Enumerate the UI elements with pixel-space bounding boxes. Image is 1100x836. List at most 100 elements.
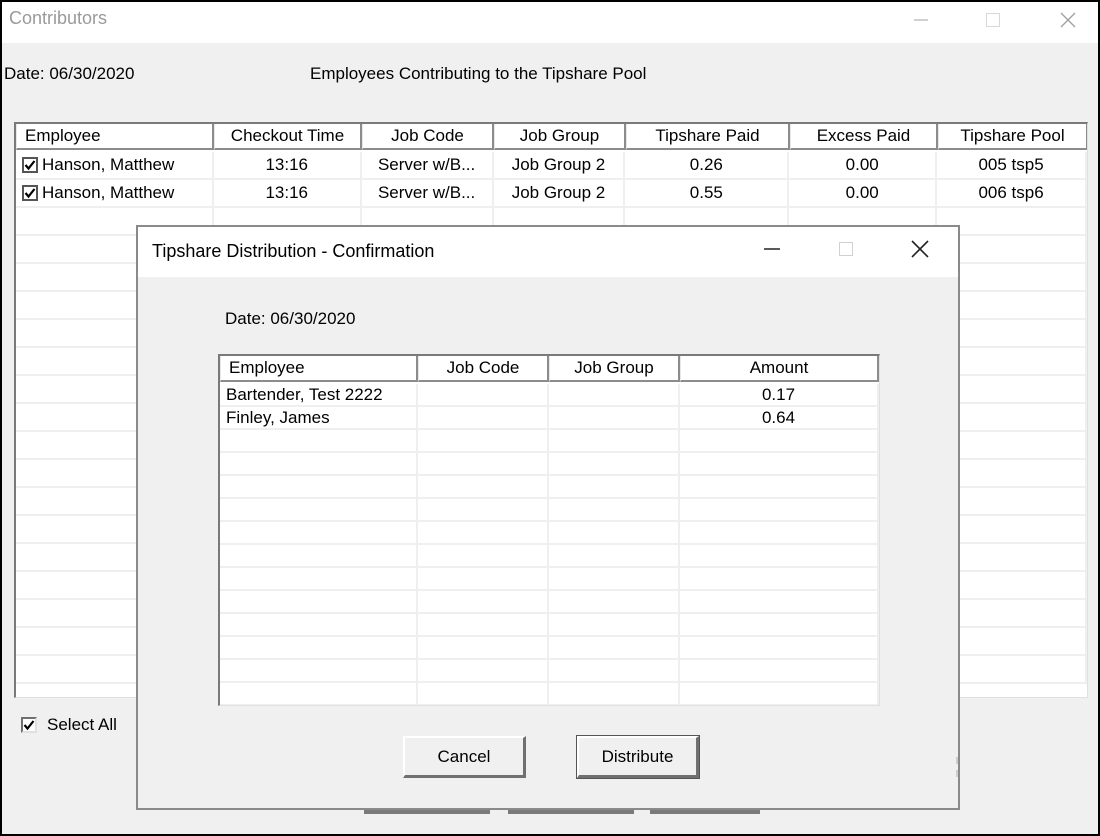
column-header-job-group[interactable]: Job Group [549, 356, 680, 382]
checkmark-icon [23, 720, 35, 731]
minimize-icon [913, 12, 929, 28]
cell-excess-paid: 0.00 [789, 180, 938, 206]
cell-amount [680, 453, 879, 474]
cell-job-group [549, 430, 680, 451]
table-row[interactable]: Finley, James 0.64 [220, 407, 879, 430]
cell-job-group: Job Group 2 [494, 180, 626, 206]
row-checkbox[interactable] [22, 157, 38, 173]
cell-employee [220, 614, 418, 635]
minimize-button[interactable] [898, 2, 944, 38]
cell-amount [680, 683, 879, 704]
employee-name: Hanson, Matthew [42, 183, 175, 202]
distribute-button[interactable]: Distribute [576, 735, 700, 779]
cell-job-group [549, 522, 680, 543]
page-heading: Employees Contributing to the Tipshare P… [310, 64, 647, 83]
dialog-close-button[interactable] [897, 233, 943, 269]
cell-amount [680, 430, 879, 451]
empty-row[interactable] [220, 660, 879, 683]
window-title: Contributors [9, 8, 108, 28]
select-all-checkbox[interactable]: Select All [21, 715, 117, 735]
table-row[interactable]: Hanson, Matthew 13:16 Server w/B... Job Gro… [16, 152, 1087, 180]
empty-row[interactable] [220, 476, 879, 499]
cell-job-code [418, 614, 549, 635]
cell-employee [220, 499, 418, 520]
cell-job-group [549, 453, 680, 474]
grid-header: Employee Checkout Time Job Code Job Grou… [16, 124, 1087, 150]
cell-job-group [549, 683, 680, 704]
row-checkbox[interactable] [22, 185, 38, 201]
dialog-maximize-button[interactable] [823, 233, 869, 269]
dialog-minimize-button[interactable] [749, 233, 795, 269]
column-header-excess-paid[interactable]: Excess Paid [790, 124, 938, 150]
column-header-checkout-time[interactable]: Checkout Time [214, 124, 362, 150]
column-header-tipshare-pool[interactable]: Tipshare Pool [938, 124, 1087, 150]
checkbox[interactable] [21, 717, 37, 733]
distribution-grid[interactable]: Employee Job Code Job Group Amount Barte… [218, 354, 880, 706]
empty-row[interactable] [220, 522, 879, 545]
cell-job-code [418, 522, 549, 543]
date-label: Date: 06/30/2020 [4, 64, 135, 83]
close-icon [910, 239, 930, 264]
cell-job-code [418, 545, 549, 566]
cell-job-code: Server w/B... [362, 152, 494, 178]
table-row[interactable]: Hanson, Matthew 13:16 Server w/B... Job Gro… [16, 180, 1087, 208]
cell-amount [680, 522, 879, 543]
empty-row[interactable] [220, 568, 879, 591]
column-header-job-code[interactable]: Job Code [418, 356, 549, 382]
close-button[interactable] [1045, 2, 1091, 38]
empty-row[interactable] [220, 430, 879, 453]
maximize-button[interactable] [970, 2, 1016, 38]
cell-amount [680, 545, 879, 566]
cell-job-group [549, 660, 680, 681]
cell-job-group [549, 476, 680, 497]
cell-job-code [418, 660, 549, 681]
cell-amount [680, 660, 879, 681]
cell-employee [220, 476, 418, 497]
resize-grip-icon[interactable] [954, 756, 960, 778]
empty-row[interactable] [220, 637, 879, 660]
cell-employee [220, 522, 418, 543]
column-header-job-group[interactable]: Job Group [494, 124, 626, 150]
cell-job-group [549, 384, 680, 405]
maximize-icon [985, 12, 1001, 28]
column-header-job-code[interactable]: Job Code [362, 124, 494, 150]
minimize-icon [763, 241, 781, 262]
cell-job-code [418, 568, 549, 589]
cell-employee [220, 545, 418, 566]
cell-job-group [549, 614, 680, 635]
window-titlebar: Contributors [2, 2, 1098, 43]
checkmark-icon [24, 188, 36, 199]
empty-row[interactable] [220, 591, 879, 614]
cell-excess-paid: 0.00 [789, 152, 938, 178]
cell-employee [220, 430, 418, 451]
column-header-employee[interactable]: Employee [220, 356, 418, 382]
empty-row[interactable] [220, 545, 879, 568]
cell-tipshare-pool: 006 tsp6 [937, 180, 1087, 206]
cell-job-code [418, 476, 549, 497]
table-row[interactable]: Bartender, Test 2222 0.17 [220, 384, 879, 407]
cancel-button[interactable]: Cancel [403, 736, 526, 778]
column-header-employee[interactable]: Employee [16, 124, 214, 150]
empty-row[interactable] [220, 453, 879, 476]
dialog-title: Tipshare Distribution - Confirmation [152, 241, 435, 261]
cell-amount [680, 476, 879, 497]
cell-job-code [418, 637, 549, 658]
empty-row[interactable] [220, 683, 879, 705]
cell-tipshare-pool: 005 tsp5 [937, 152, 1087, 178]
cell-employee [220, 568, 418, 589]
close-icon [1059, 11, 1077, 29]
dialog-grid-header: Employee Job Code Job Group Amount [220, 356, 879, 382]
column-header-tipshare-paid[interactable]: Tipshare Paid [626, 124, 790, 150]
cell-job-code [418, 430, 549, 451]
cell-employee [220, 683, 418, 704]
cell-job-code: Server w/B... [362, 180, 494, 206]
cell-job-group [549, 568, 680, 589]
empty-row[interactable] [220, 499, 879, 522]
cell-employee: Bartender, Test 2222 [220, 384, 418, 405]
empty-row[interactable] [220, 614, 879, 637]
maximize-icon [838, 241, 854, 262]
cell-tipshare-paid: 0.55 [625, 180, 790, 206]
cell-tipshare-paid: 0.26 [625, 152, 790, 178]
cell-employee: Hanson, Matthew [16, 180, 214, 206]
column-header-amount[interactable]: Amount [680, 356, 879, 382]
